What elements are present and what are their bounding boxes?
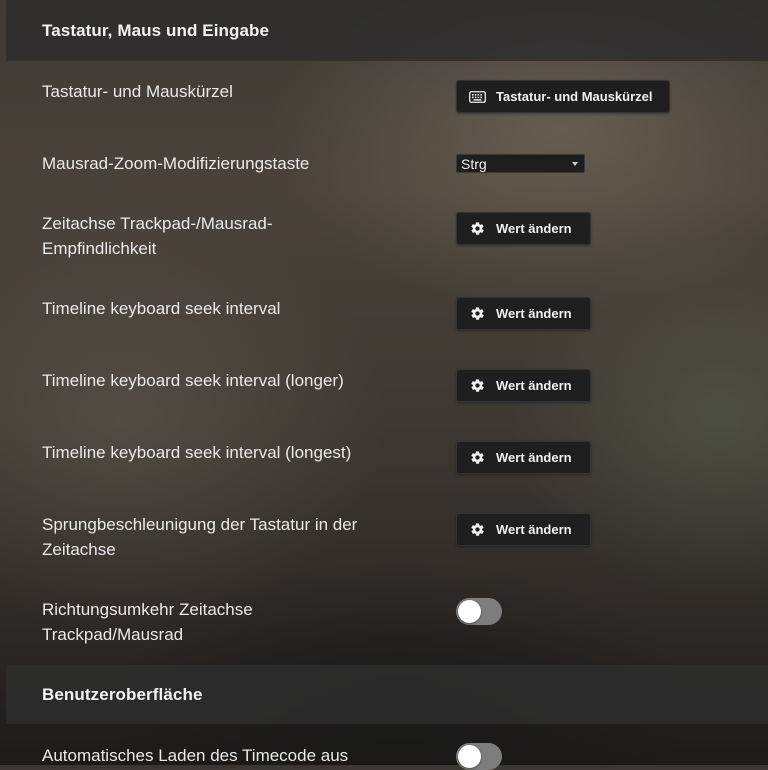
gear-icon: [469, 377, 486, 394]
auto-timecode-toggle[interactable]: [456, 743, 502, 770]
section-title: Benutzeroberfläche: [42, 684, 203, 704]
change-value-label: Wert ändern: [496, 450, 572, 465]
reverse-direction-toggle[interactable]: [456, 598, 502, 625]
change-value-label: Wert ändern: [496, 378, 572, 393]
zoom-modifier-select[interactable]: Strg: [456, 154, 585, 173]
change-value-label: Wert ändern: [496, 306, 572, 321]
gear-icon: [469, 521, 486, 538]
setting-label-auto-timecode: Automatisches Laden des Timecode aus: [42, 746, 349, 765]
section-title: Tastatur, Maus und Eingabe: [42, 20, 270, 40]
setting-label-shortcuts: Tastatur- und Mauskürzel: [42, 82, 233, 101]
setting-label-seek-acceleration: Sprungbeschleunigung der Tastatur in der…: [42, 512, 357, 562]
setting-label-line: Trackpad/Mausrad: [42, 625, 184, 644]
seek-interval-longer-button[interactable]: Wert ändern: [456, 369, 591, 402]
toggle-knob: [458, 600, 481, 623]
keyboard-icon: [469, 88, 486, 105]
setting-label-seek-interval: Timeline keyboard seek interval: [42, 299, 281, 318]
change-value-label: Wert ändern: [496, 522, 572, 537]
setting-label-line: Zeitachse: [42, 540, 116, 559]
setting-label-reverse-direction: Richtungsumkehr Zeitachse Trackpad/Mausr…: [42, 597, 253, 647]
setting-label-line: Empfindlichkeit: [42, 239, 157, 258]
seek-interval-button[interactable]: Wert ändern: [456, 297, 591, 330]
timeline-sensitivity-button[interactable]: Wert ändern: [456, 212, 591, 245]
seek-acceleration-button[interactable]: Wert ändern: [456, 513, 591, 546]
settings-panel: Tastatur, Maus und Eingabe Tastatur- und…: [0, 0, 768, 770]
change-value-label: Wert ändern: [496, 221, 572, 236]
gear-icon: [469, 305, 486, 322]
shortcuts-button[interactable]: Tastatur- und Mauskürzel: [456, 80, 670, 113]
setting-label-seek-interval-longer: Timeline keyboard seek interval (longer): [42, 371, 344, 390]
shortcuts-button-label: Tastatur- und Mauskürzel: [496, 89, 653, 104]
zoom-modifier-value: Strg: [461, 155, 487, 172]
seek-interval-longest-button[interactable]: Wert ändern: [456, 441, 591, 474]
setting-label-seek-interval-longest: Timeline keyboard seek interval (longest…: [42, 443, 352, 462]
chevron-down-icon: [572, 162, 578, 166]
setting-label-line: Richtungsumkehr Zeitachse: [42, 600, 253, 619]
setting-label-line: Sprungbeschleunigung der Tastatur in der: [42, 515, 358, 534]
setting-label-line: Zeitachse Trackpad-/Mausrad-: [42, 214, 273, 233]
section-header-input: Tastatur, Maus und Eingabe: [6, 0, 768, 61]
setting-label-timeline-sensitivity: Zeitachse Trackpad-/Mausrad- Empfindlich…: [42, 211, 273, 261]
gear-icon: [469, 220, 486, 237]
gear-icon: [469, 449, 486, 466]
setting-label-zoom-modifier: Mausrad-Zoom-Modifizierungstaste: [42, 154, 310, 173]
section-header-ui: Benutzeroberfläche: [6, 665, 768, 724]
